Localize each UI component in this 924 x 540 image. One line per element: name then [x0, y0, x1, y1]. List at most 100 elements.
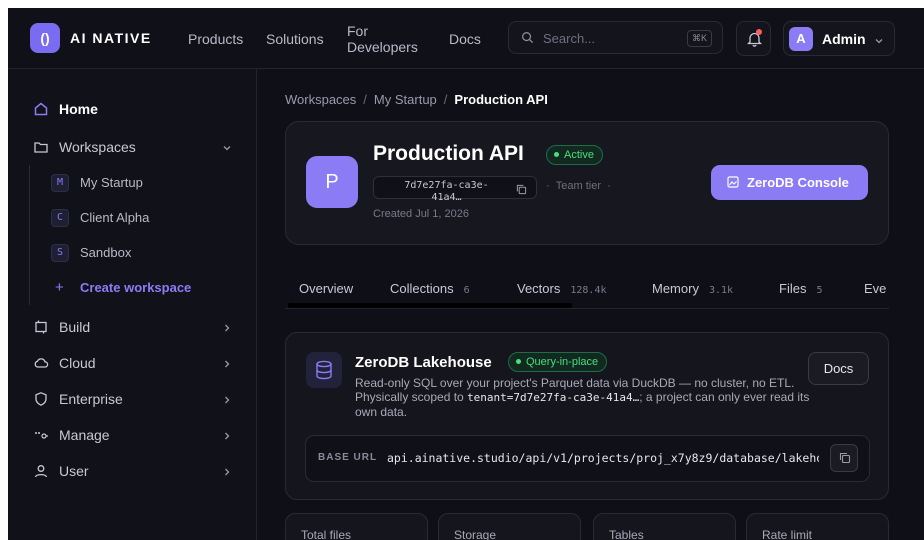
- create-workspace-button[interactable]: + Create workspace: [51, 278, 231, 300]
- search-input[interactable]: Search... ⌘K: [508, 21, 723, 54]
- app-window: () AI NATIVE Products Solutions For Deve…: [8, 8, 924, 540]
- console-label: ZeroDB Console: [747, 175, 849, 190]
- main-content: Workspaces / My Startup / Production API P P…: [258, 69, 924, 540]
- search-shortcut: ⌘K: [687, 30, 712, 47]
- base-url-label: BASE URL: [318, 452, 378, 463]
- nav-products[interactable]: Products: [188, 31, 243, 47]
- project-id-field[interactable]: 7d7e27fa-ca3e- 41a4…: [373, 176, 537, 202]
- workspace-label: Client Alpha: [80, 210, 150, 225]
- project-tabs: Overview Collections 6 Vectors 128.4k Memo…: [285, 269, 889, 309]
- project-title: Production API: [373, 142, 524, 165]
- user-name: Admin: [822, 31, 866, 47]
- breadcrumb-separator: /: [443, 92, 448, 107]
- folder-icon: [33, 139, 49, 160]
- lakehouse-card: ZeroDB Lakehouse Query-in-place Read-onl…: [285, 332, 889, 500]
- breadcrumb-current: Production API: [454, 92, 548, 107]
- workspace-badge: S: [51, 244, 69, 262]
- notification-dot: [756, 29, 762, 35]
- tab-vectors[interactable]: Vectors 128.4k: [517, 281, 606, 296]
- sidebar-item-label: Enterprise: [59, 391, 123, 407]
- sidebar-item-label: User: [59, 463, 89, 479]
- breadcrumb-workspaces[interactable]: Workspaces: [285, 92, 356, 107]
- sidebar-item-label: Home: [59, 101, 98, 117]
- project-id: 7d7e27fa-ca3e- 41a4…: [404, 180, 489, 202]
- avatar: A: [789, 27, 813, 51]
- tab-memory[interactable]: Memory 3.1k: [652, 281, 733, 296]
- tabs-scrollbar[interactable]: [288, 303, 572, 308]
- stat-storage: Storage: [438, 513, 581, 540]
- database-icon: [306, 352, 342, 388]
- sidebar-item-label: Manage: [59, 427, 110, 443]
- breadcrumb-separator: /: [363, 92, 367, 107]
- chevron-right-icon: [221, 321, 233, 339]
- chevron-right-icon: [221, 465, 233, 483]
- workspace-rail: [29, 165, 30, 305]
- sidebar: Home Workspaces M My Startup C Client Al…: [8, 69, 257, 540]
- sidebar-item-cloud[interactable]: Cloud: [8, 348, 257, 378]
- copy-icon: [839, 452, 851, 464]
- nav-docs[interactable]: Docs: [449, 31, 481, 47]
- brand-name[interactable]: AI NATIVE: [70, 30, 152, 46]
- sidebar-item-label: Workspaces: [59, 139, 136, 155]
- sidebar-item-home[interactable]: Home: [8, 94, 257, 124]
- base-url-value: api.ainative.studio/api/v1/projects/proj…: [387, 451, 819, 465]
- stat-tables: Tables: [593, 513, 736, 540]
- notifications-button[interactable]: [736, 21, 771, 56]
- stat-rate-limit: Rate limit: [746, 513, 889, 540]
- tab-collections[interactable]: Collections 6: [390, 281, 470, 296]
- workspace-badge: C: [51, 209, 69, 227]
- docs-button[interactable]: Docs: [808, 352, 869, 385]
- tab-events[interactable]: Eve: [864, 281, 886, 296]
- status-badge: Active: [546, 145, 603, 165]
- cube-icon: [33, 319, 49, 340]
- lakehouse-description: Read-only SQL over your project's Parque…: [355, 376, 810, 419]
- stat-total-files: Total files: [285, 513, 428, 540]
- shield-icon: [33, 391, 49, 412]
- home-icon: [33, 101, 49, 122]
- create-workspace-label: Create workspace: [80, 280, 192, 295]
- sidebar-item-label: Cloud: [59, 355, 96, 371]
- cloud-icon: [33, 355, 49, 376]
- status-dot: [516, 358, 521, 364]
- workspace-badge: M: [51, 174, 69, 192]
- lakehouse-title: ZeroDB Lakehouse: [355, 354, 492, 371]
- query-in-place-badge: Query-in-place: [508, 352, 608, 372]
- nav-for-developers[interactable]: For Developers: [347, 23, 427, 55]
- user-menu[interactable]: A Admin: [783, 21, 895, 56]
- user-icon: [33, 463, 49, 484]
- project-avatar: P: [306, 156, 358, 208]
- search-icon: [521, 31, 534, 49]
- project-tier: · Team tier ·: [546, 180, 611, 192]
- nav-solutions[interactable]: Solutions: [266, 31, 324, 47]
- copy-icon[interactable]: [516, 182, 527, 200]
- chevron-right-icon: [221, 393, 233, 411]
- sidebar-item-workspaces[interactable]: Workspaces: [8, 132, 257, 162]
- sidebar-item-build[interactable]: Build: [8, 312, 257, 342]
- chevron-right-icon: [221, 357, 233, 375]
- tab-files[interactable]: Files 5: [779, 281, 822, 296]
- image-icon: [727, 176, 739, 191]
- top-nav: () AI NATIVE Products Solutions For Deve…: [8, 8, 924, 69]
- plus-icon: +: [55, 279, 64, 296]
- sliders-icon: [33, 427, 49, 448]
- zerodb-console-button[interactable]: ZeroDB Console: [711, 165, 868, 200]
- search-placeholder: Search...: [543, 31, 596, 46]
- chevron-down-icon: [874, 33, 884, 51]
- breadcrumb: Workspaces / My Startup / Production API: [285, 92, 548, 107]
- sidebar-item-label: Build: [59, 319, 91, 335]
- logo-icon[interactable]: (): [30, 23, 60, 53]
- sidebar-item-enterprise[interactable]: Enterprise: [8, 384, 257, 414]
- copy-url-button[interactable]: [830, 444, 858, 472]
- sidebar-item-manage[interactable]: Manage: [8, 420, 257, 450]
- project-card: P Production API Active 7d7e27fa-ca3e- 41…: [285, 121, 889, 245]
- status-dot: [554, 151, 559, 157]
- tab-overview[interactable]: Overview: [299, 281, 353, 296]
- workspace-label: Sandbox: [80, 245, 132, 260]
- sidebar-item-user[interactable]: User: [8, 456, 257, 486]
- breadcrumb-my-startup[interactable]: My Startup: [374, 92, 437, 107]
- chevron-down-icon: [221, 141, 233, 159]
- base-url-field[interactable]: BASE URL api.ainative.studio/api/v1/proj…: [305, 435, 870, 482]
- workspace-label: My Startup: [80, 175, 143, 190]
- chevron-right-icon: [221, 429, 233, 447]
- project-created: Created Jul 1, 2026: [373, 208, 470, 220]
